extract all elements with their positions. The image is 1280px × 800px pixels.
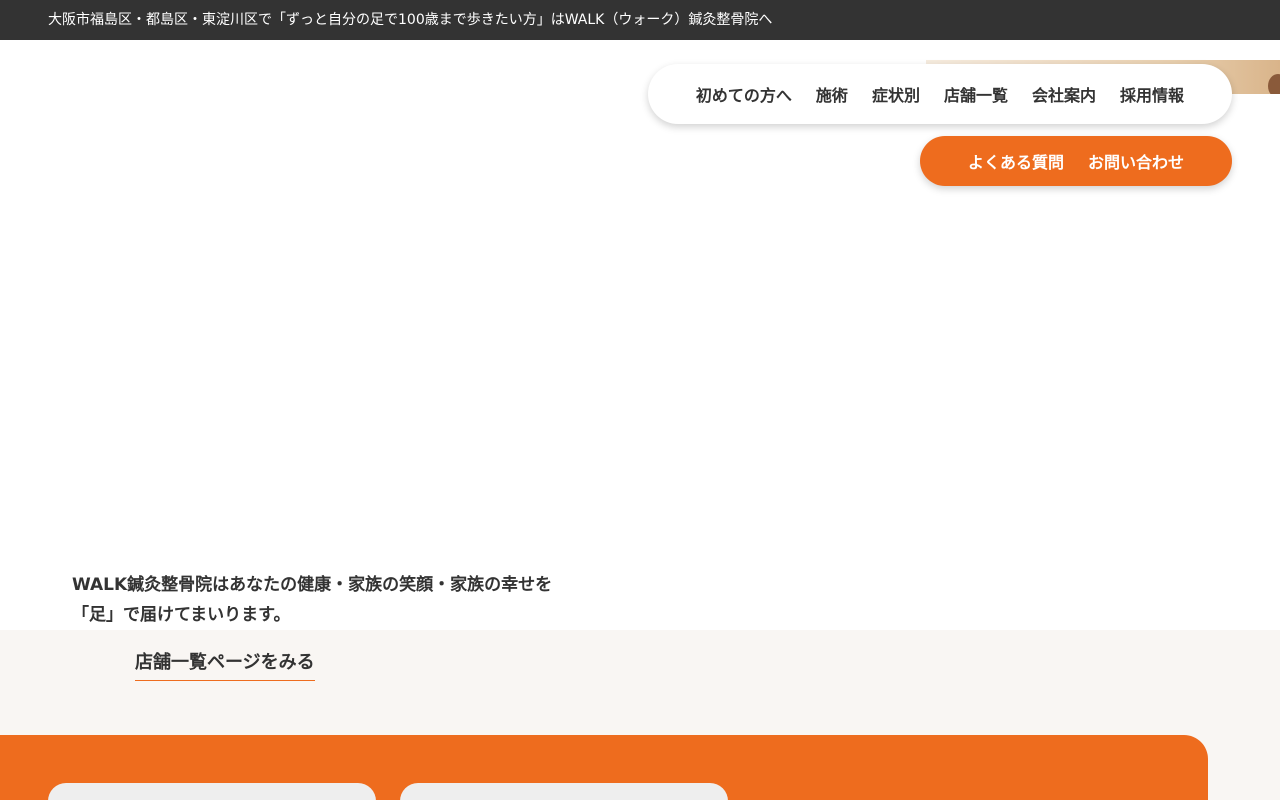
content-card[interactable] <box>400 783 728 800</box>
announcement-text: 大阪市福島区・都島区・東淀川区で「ずっと自分の足で100歳まで歩きたい方」はWA… <box>48 12 773 28</box>
hero-tagline: WALK鍼灸整骨院はあなたの健康・家族の笑顔・家族の幸せを 「足」で届けてまいり… <box>72 570 632 630</box>
top-announcement-bar: 大阪市福島区・都島区・東淀川区で「ずっと自分の足で100歳まで歩きたい方」はWA… <box>0 0 1280 40</box>
nav-item-treatment[interactable]: 施術 <box>816 82 848 106</box>
hero-tagline-line-1: WALK鍼灸整骨院はあなたの健康・家族の笑顔・家族の幸せを <box>72 575 553 595</box>
shop-list-link[interactable]: 店舗一覧ページをみる <box>135 648 315 681</box>
nav-item-shop-list[interactable]: 店舗一覧 <box>944 82 1008 106</box>
contact-link[interactable]: お問い合わせ <box>1088 149 1184 173</box>
nav-item-recruit[interactable]: 採用情報 <box>1120 82 1184 106</box>
nav-item-first-visit[interactable]: 初めての方へ <box>696 82 792 106</box>
cta-bar: よくある質問 お問い合わせ <box>920 136 1232 186</box>
hero-tagline-line-2: 「足」で届けてまいります。 <box>72 605 291 625</box>
content-card[interactable] <box>48 783 376 800</box>
nav-item-symptoms[interactable]: 症状別 <box>872 82 920 106</box>
main-nav: 初めての方へ 施術 症状別 店舗一覧 会社案内 採用情報 <box>648 64 1232 124</box>
nav-item-company[interactable]: 会社案内 <box>1032 82 1096 106</box>
faq-link[interactable]: よくある質問 <box>968 149 1064 173</box>
